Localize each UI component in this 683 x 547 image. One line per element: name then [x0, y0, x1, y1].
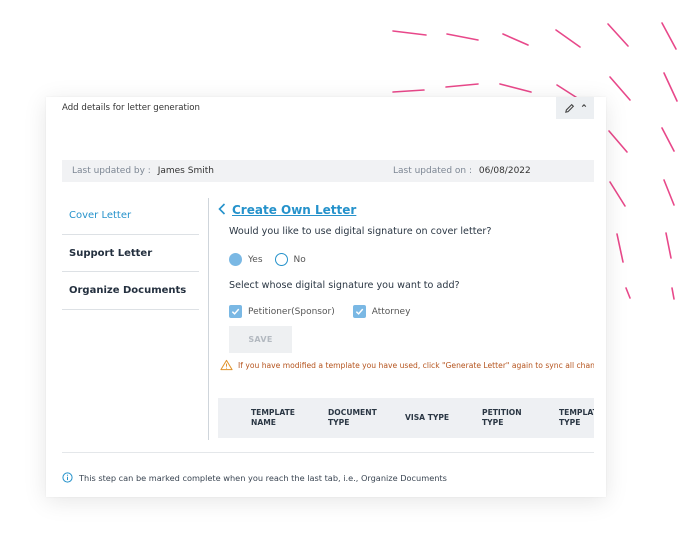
chevron-left-icon[interactable] [218, 200, 226, 219]
letter-sidebar: Cover Letter Support Letter Organize Doc… [62, 197, 199, 310]
checkbox-attorney-label: Attorney [371, 306, 411, 317]
warning-icon [220, 356, 233, 375]
last-updated-by: Last updated by : James Smith [72, 166, 214, 176]
footer-note-text: This step can be marked complete when yo… [79, 472, 447, 483]
templates-table-header: TEMPLATE NAME DOCUMENT TYPE VISA TYPE PE… [218, 398, 594, 438]
column-header-visa-type[interactable]: VISA TYPE [405, 398, 449, 438]
checkbox-petitioner[interactable] [229, 305, 242, 318]
sidebar-item-organize-documents[interactable]: Organize Documents [62, 272, 199, 310]
main-content: Create Own Letter Would you like to use … [218, 97, 594, 487]
column-header-document-type[interactable]: DOCUMENT TYPE [328, 398, 377, 438]
save-button[interactable]: SAVE [229, 326, 292, 353]
last-updated-by-label: Last updated by : [72, 166, 151, 176]
signature-checkbox-group: Petitioner(Sponsor) Attorney [229, 305, 428, 318]
column-header-template-name[interactable]: TEMPLATE NAME [251, 398, 295, 438]
radio-no[interactable] [274, 253, 288, 266]
checkbox-attorney[interactable] [352, 305, 366, 318]
sidebar-item-cover-letter[interactable]: Cover Letter [62, 197, 199, 235]
column-header-petition-type[interactable]: PETITION TYPE [482, 398, 522, 438]
page-header-title: Add details for letter generation [62, 103, 200, 113]
whose-signature-question: Select whose digital signature you want … [229, 280, 460, 291]
card-content: Add details for letter generation Last u… [46, 97, 594, 487]
radio-no-label: No [293, 254, 306, 265]
checkbox-petitioner-label: Petitioner(Sponsor) [248, 306, 335, 317]
last-updated-by-value: James Smith [157, 166, 214, 176]
letter-generation-card: Add details for letter generation Last u… [46, 97, 606, 497]
column-header-template-type[interactable]: TEMPLATE TYPE [559, 398, 594, 438]
footer-note: This step can be marked complete when yo… [62, 468, 447, 487]
signature-question: Would you like to use digital signature … [229, 226, 492, 237]
back-row: Create Own Letter [218, 200, 356, 219]
footer-divider [62, 452, 594, 453]
signature-radio-group: Yes No [229, 253, 318, 266]
warning-text: If you have modified a template you have… [238, 361, 594, 370]
radio-yes[interactable] [229, 253, 242, 266]
sidebar-item-support-letter[interactable]: Support Letter [62, 235, 199, 272]
sidebar-divider [208, 198, 209, 440]
radio-yes-label: Yes [248, 254, 263, 265]
template-warning: If you have modified a template you have… [220, 356, 594, 375]
info-icon [62, 468, 73, 487]
create-own-letter-link[interactable]: Create Own Letter [232, 203, 356, 217]
